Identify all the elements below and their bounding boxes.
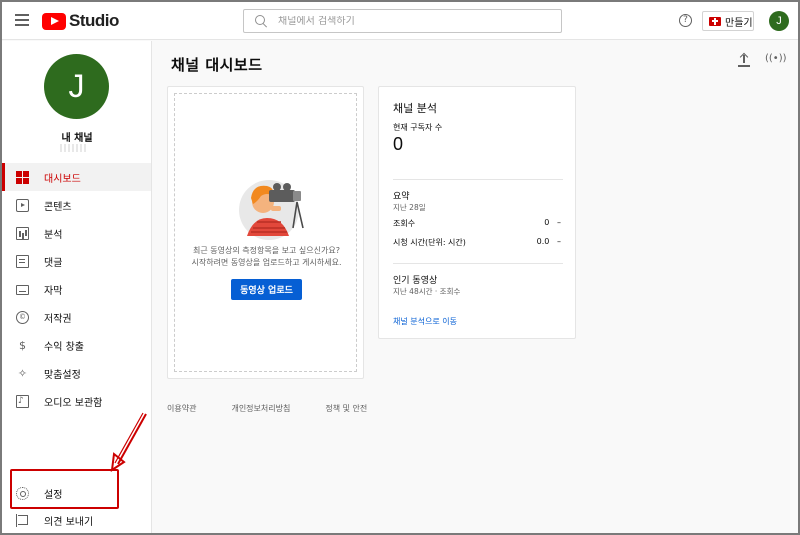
sidebar-item-label: 수익 창출 (44, 341, 84, 353)
sidebar-item-content[interactable]: 콘텐츠 (2, 191, 151, 219)
upload-video-card: 최근 동영상의 측정항목을 보고 싶으신가요? 시작하려면 동영상을 업로드하고… (167, 86, 364, 379)
help-icon[interactable]: ? (679, 14, 692, 27)
magic-wand-icon: ✧ (17, 366, 28, 380)
sidebar-item-label: 오디오 보관함 (44, 397, 103, 409)
sidebar-item-subtitles[interactable]: 자막 (2, 275, 151, 303)
views-value: 0 (544, 218, 550, 227)
app-frame: Studio ? 만들기 J J 내 채널 대시보드 콘텐츠 (0, 0, 800, 535)
sidebar-item-label: 콘텐츠 (44, 201, 72, 213)
analytics-card-title: 채널 분석 (393, 102, 437, 115)
sidebar-item-label: 저작권 (44, 313, 72, 325)
top-bar: Studio ? 만들기 J (2, 2, 798, 40)
channel-title: 내 채널 (61, 133, 93, 144)
upload-prompt-text: 최근 동영상의 측정항목을 보고 싶으신가요? 시작하려면 동영상을 업로드하고… (175, 245, 358, 269)
create-button-label: 만들기 (725, 17, 753, 29)
annotation-arrow-icon (110, 412, 147, 472)
views-value-group: 0 – (544, 218, 561, 229)
watch-time-label: 시청 시간(단위: 시간) (393, 238, 466, 247)
watch-time-value-group: 0.0 – (537, 237, 561, 248)
channel-analytics-card: 채널 분석 현재 구독자 수 0 요약 지난 28일 조회수 0 – 시청 시간… (378, 86, 576, 339)
video-add-icon (709, 16, 721, 26)
search-bar[interactable] (243, 9, 562, 33)
upload-icon[interactable] (737, 53, 751, 67)
divider (393, 179, 563, 180)
subtitles-icon (16, 285, 29, 295)
main-content: 채널 대시보드 ((•)) 최근 동영상의 측정항목을 보고 싶으신가요? 시작… (152, 41, 798, 533)
sidebar-item-monetization[interactable]: $ 수익 창출 (2, 331, 151, 359)
popular-videos-title: 인기 동영상 (393, 276, 438, 286)
youtube-play-icon (42, 12, 66, 30)
sidebar-item-label: 분석 (44, 229, 63, 241)
settings-highlight-box (10, 469, 119, 509)
sidebar-item-comments[interactable]: 댓글 (2, 247, 151, 275)
policy-link[interactable]: 정책 및 안전 (325, 403, 367, 414)
privacy-link[interactable]: 개인정보처리방침 (231, 403, 290, 414)
subscribers-label: 현재 구독자 수 (393, 123, 443, 132)
sidebar-item-label: 대시보드 (44, 173, 81, 185)
sidebar-item-label: 의견 보내기 (44, 516, 94, 528)
upload-prompt-line-2: 시작하려면 동영상을 업로드하고 게시하세요. (191, 258, 342, 267)
views-label: 조회수 (393, 219, 416, 228)
sidebar-nav: 대시보드 콘텐츠 분석 댓글 자막 © 저작권 $ 수익 창출 ✧ 맞춤설정 ♪… (2, 163, 151, 415)
dashboard-icon (16, 170, 29, 184)
live-stream-icon[interactable]: ((•)) (765, 53, 787, 64)
studio-logo[interactable]: Studio (42, 11, 119, 31)
views-trend: – (557, 218, 561, 227)
summary-period: 지난 28일 (393, 203, 426, 212)
search-icon (255, 15, 267, 27)
search-input[interactable] (278, 15, 558, 27)
sidebar-item-label: 맞춤설정 (44, 369, 81, 381)
footer-links: 이용약관 개인정보처리방침 정책 및 안전 (167, 403, 402, 414)
create-button[interactable]: 만들기 (702, 11, 754, 31)
go-to-analytics-link[interactable]: 채널 분석으로 이동 (393, 316, 457, 327)
upload-dropzone: 최근 동영상의 측정항목을 보고 싶으신가요? 시작하려면 동영상을 업로드하고… (174, 93, 357, 372)
upload-video-button[interactable]: 동영상 업로드 (231, 279, 302, 300)
logo-text: Studio (69, 11, 119, 30)
audio-library-icon (16, 394, 29, 408)
camera-operator-illustration-icon (239, 180, 304, 240)
upload-prompt-line-1: 최근 동영상의 측정항목을 보고 싶으신가요? (193, 246, 340, 255)
content-icon (16, 198, 29, 212)
analytics-icon (16, 226, 29, 240)
page-title: 채널 대시보드 (171, 56, 263, 74)
summary-title: 요약 (393, 192, 410, 202)
copyright-icon: © (16, 310, 29, 324)
terms-link[interactable]: 이용약관 (167, 403, 196, 414)
watch-time-trend: – (557, 237, 561, 246)
sidebar-item-dashboard[interactable]: 대시보드 (2, 163, 151, 191)
sidebar-item-feedback[interactable]: 의견 보내기 (2, 506, 151, 533)
popular-videos-subtitle: 지난 48시간 · 조회수 (393, 287, 461, 296)
sidebar-item-audio-library[interactable]: 오디오 보관함 (2, 387, 151, 415)
watch-time-value: 0.0 (536, 237, 550, 246)
account-avatar[interactable]: J (769, 11, 789, 31)
views-row: 조회수 0 – (393, 218, 561, 229)
dollar-icon: $ (19, 338, 26, 352)
sidebar-item-customization[interactable]: ✧ 맞춤설정 (2, 359, 151, 387)
watch-time-row: 시청 시간(단위: 시간) 0.0 – (393, 237, 561, 248)
hamburger-menu-icon[interactable] (15, 14, 29, 26)
subscribers-count: 0 (393, 134, 404, 154)
channel-handle-blurred (60, 144, 88, 152)
sidebar-item-analytics[interactable]: 분석 (2, 219, 151, 247)
sidebar-item-label: 댓글 (44, 257, 63, 269)
channel-avatar[interactable]: J (44, 54, 109, 119)
divider (393, 263, 563, 264)
comments-icon (16, 254, 29, 268)
sidebar-item-label: 자막 (44, 285, 63, 297)
feedback-icon (16, 513, 29, 527)
sidebar-item-copyright[interactable]: © 저작권 (2, 303, 151, 331)
